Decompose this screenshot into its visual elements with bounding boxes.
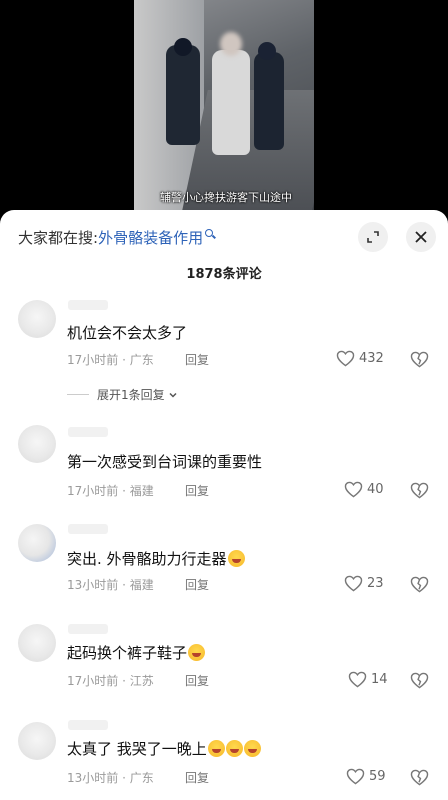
avatar[interactable]: [18, 300, 56, 338]
comment-sheet: 大家都在搜: 外骨骼装备作用 1878条评论 机位会不会太多了 17小时前 · …: [0, 210, 448, 800]
like-button[interactable]: 432: [336, 350, 384, 367]
reply-button[interactable]: 回复: [185, 351, 209, 368]
video-head-left: [174, 38, 192, 56]
comment-text: 起码换个裤子鞋子: [67, 642, 206, 663]
video-caption: 辅警小心搀扶游客下山途中: [160, 191, 292, 204]
reply-button[interactable]: 回复: [185, 576, 209, 593]
video-person-center: [212, 50, 250, 155]
heart-icon: [346, 768, 365, 785]
username[interactable]: [68, 624, 108, 634]
comment-item: 突出. 外骨骼助力行走器 13小时前 · 福建 回复 23: [0, 522, 448, 622]
heart-icon: [344, 481, 363, 498]
broken-heart-icon[interactable]: [410, 576, 429, 593]
comment-text-content: 突出. 外骨骼助力行走器: [67, 550, 227, 568]
broken-heart-icon[interactable]: [410, 672, 429, 689]
expand-replies-label: 展开1条回复: [97, 388, 165, 402]
like-button[interactable]: 14: [348, 671, 388, 688]
like-count: 14: [371, 672, 388, 687]
broken-heart-icon[interactable]: [410, 351, 429, 368]
comment-text: 突出. 外骨骼助力行走器: [67, 548, 245, 569]
divider: [67, 394, 89, 395]
comment-text: 机位会不会太多了: [67, 324, 188, 342]
avatar[interactable]: [18, 524, 56, 562]
like-count: 40: [367, 482, 384, 497]
comment-text-content: 太真了 我哭了一晚上: [67, 740, 207, 758]
app-screen: 辅警小心搀扶游客下山途中 大家都在搜: 外骨骼装备作用 1878条评论 机位会不…: [0, 0, 448, 800]
expand-replies-button[interactable]: 展开1条回复: [67, 386, 178, 403]
reply-button[interactable]: 回复: [185, 769, 209, 786]
search-prefix: 大家都在搜:: [18, 229, 99, 247]
video-person-left: [166, 45, 200, 145]
like-button[interactable]: 23: [344, 575, 384, 592]
search-suggestion[interactable]: 大家都在搜: 外骨骼装备作用: [18, 227, 216, 248]
username[interactable]: [68, 427, 108, 437]
comment-meta: 17小时前 · 广东: [67, 353, 154, 367]
comment-meta: 13小时前 · 福建: [67, 578, 154, 592]
avatar[interactable]: [18, 624, 56, 662]
comment-text: 第一次感受到台词课的重要性: [67, 453, 263, 471]
comment-meta: 17小时前 · 江苏: [67, 674, 154, 688]
avatar[interactable]: [18, 722, 56, 760]
like-count: 59: [369, 769, 386, 784]
video-head-center: [220, 32, 242, 56]
expand-button[interactable]: [358, 222, 388, 252]
search-term[interactable]: 外骨骼装备作用: [98, 227, 203, 248]
crying-laughing-emoji: [207, 740, 225, 757]
username[interactable]: [68, 300, 108, 310]
close-icon: [415, 231, 427, 243]
comment-item: 起码换个裤子鞋子 17小时前 · 江苏 回复 14: [0, 622, 448, 722]
comment-item: 第一次感受到台词课的重要性 17小时前 · 福建 回复 40: [0, 425, 448, 525]
heart-icon: [344, 575, 363, 592]
crying-laughing-emoji: [243, 740, 261, 757]
crying-laughing-emoji: [225, 740, 243, 757]
expand-icon: [367, 231, 379, 243]
video-player[interactable]: [134, 0, 314, 212]
comment-text-content: 起码换个裤子鞋子: [67, 644, 188, 662]
avatar[interactable]: [18, 425, 56, 463]
username[interactable]: [68, 720, 108, 730]
like-button[interactable]: 59: [346, 768, 386, 785]
heart-icon: [336, 350, 355, 367]
comment-meta: 13小时前 · 广东: [67, 771, 154, 785]
like-count: 432: [359, 351, 384, 366]
username[interactable]: [68, 524, 108, 534]
reply-button[interactable]: 回复: [185, 482, 209, 499]
video-head-right: [258, 42, 276, 60]
reply-button[interactable]: 回复: [185, 672, 209, 689]
broken-heart-icon[interactable]: [410, 482, 429, 499]
crying-laughing-emoji: [188, 644, 206, 661]
video-person-right: [254, 52, 284, 150]
broken-heart-icon[interactable]: [410, 769, 429, 786]
crying-laughing-emoji: [227, 550, 245, 567]
heart-icon: [348, 671, 367, 688]
like-count: 23: [367, 576, 384, 591]
comment-meta: 17小时前 · 福建: [67, 484, 154, 498]
chevron-down-icon: [169, 392, 177, 398]
comment-item: 太真了 我哭了一晚上 13小时前 · 广东 回复 59: [0, 718, 448, 800]
comment-item: 机位会不会太多了 17小时前 · 广东 回复 432 展开1条回复: [0, 294, 448, 402]
search-icon: [205, 229, 216, 240]
comment-count: 1878条评论: [186, 267, 262, 282]
comment-text: 太真了 我哭了一晚上: [67, 738, 261, 759]
close-button[interactable]: [406, 222, 436, 252]
like-button[interactable]: 40: [344, 481, 384, 498]
